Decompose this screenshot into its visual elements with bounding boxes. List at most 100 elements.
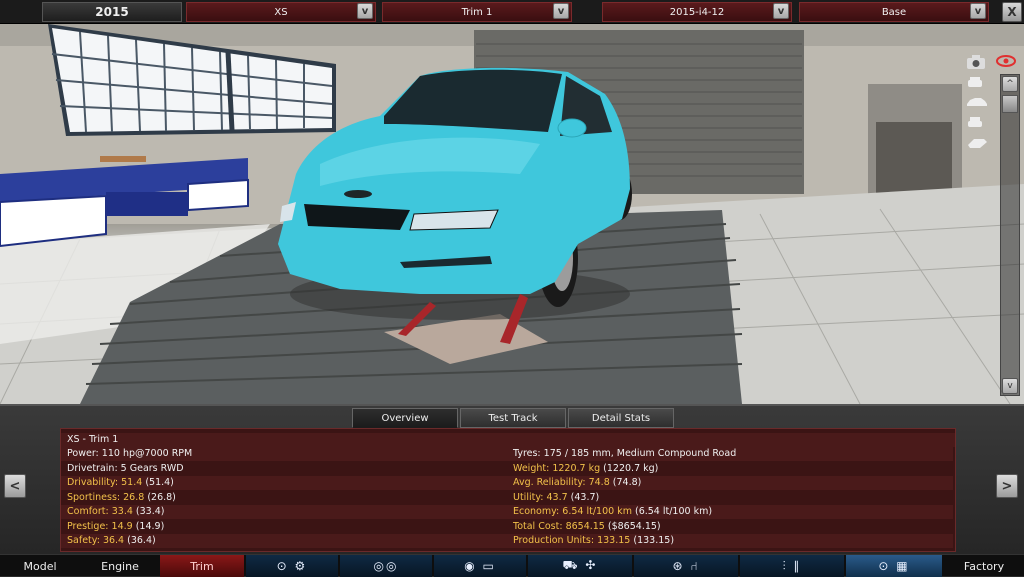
body-icon: ◉ ▭ [464,559,496,573]
wheels-icon: ◎◎ [373,559,399,573]
stat-value: 5 Gears RWD [120,462,184,474]
stat-base-value: ($8654.15) [607,520,661,532]
stat-row: Sportiness: 26.8 (26.8) [61,491,507,505]
checkered-flag-icon: ⊙ ▦ [878,559,910,573]
stat-label: Production Units: [513,535,595,546]
view-scrollbar[interactable]: ^ v [1000,74,1020,396]
engine-selector[interactable]: 2015-i4-12 [602,2,792,22]
variant-dropdown-button[interactable]: v [970,3,986,19]
stat-row: Total Cost: 8654.15 ($8654.15) [507,520,953,534]
trim-dropdown-button[interactable]: v [553,3,569,19]
nav-aero[interactable]: ⛟ ✣ [528,555,632,577]
tab-test-track[interactable]: Test Track [460,408,566,428]
stats-table: XS - Trim 1 Power: 110 hp@7000 RPM Drivet… [60,428,956,552]
camera-icon[interactable] [966,54,988,72]
stat-row: Comfort: 33.4 (33.4) [61,505,507,519]
stat-row: Utility: 43.7 (43.7) [507,491,953,505]
nav-engine[interactable]: Engine [80,555,160,577]
variant-selector[interactable]: Base [799,2,989,22]
nav-interior[interactable]: ⊛ ⑁ [634,555,738,577]
stat-label: Economy: [513,506,560,517]
stat-row: Weight: 1220.7 kg (1220.7 kg) [507,462,953,476]
stat-value: 74.8 [588,477,610,488]
scroll-down-button[interactable]: v [1002,378,1018,394]
engine-selector-label: 2015-i4-12 [669,6,725,18]
previous-button[interactable]: < [4,474,26,498]
stats-title: XS - Trim 1 [61,433,955,447]
stat-label: Drivetrain: [67,462,118,474]
nav-trim[interactable]: Trim [160,555,244,577]
year-selector[interactable]: 2015 [42,2,182,22]
stat-base-value: (36.4) [127,535,156,546]
stat-value: 43.7 [546,491,568,503]
engine-dropdown-button[interactable]: v [773,3,789,19]
steering-seat-icon: ⊛ ⑁ [672,559,700,573]
nav-suspension[interactable]: ⫶ ∥ [740,555,844,577]
stat-row: Power: 110 hp@7000 RPM [61,447,507,461]
car-fan-icon: ⛟ ✣ [562,558,598,572]
stat-label: Avg. Reliability: [513,477,586,488]
stat-value: 14.9 [111,520,133,532]
stat-base-value: (51.4) [145,477,174,488]
eye-icon[interactable] [996,54,1018,72]
nav-factory[interactable]: Factory [944,555,1024,577]
bottom-navigation: Model Engine Trim ⊙ ⚙ ◎◎ ◉ ▭ ⛟ ✣ ⊛ ⑁ ⫶ ∥… [0,554,1024,577]
stat-base-value: (33.4) [135,506,165,517]
nav-testing[interactable]: ⊙ ▦ [846,555,942,577]
stat-row: Drivability: 51.4 (51.4) [61,476,507,490]
variant-selector-label: Base [881,6,907,18]
stat-label: Tyres: [513,448,541,459]
stat-label: Prestige: [67,520,109,532]
stat-value: 110 hp@7000 RPM [101,448,193,459]
stat-label: Total Cost: [513,520,563,532]
model-dropdown-button[interactable]: v [357,3,373,19]
nav-model[interactable]: Model [0,555,80,577]
tab-overview[interactable]: Overview [352,408,458,428]
tab-detail-stats[interactable]: Detail Stats [568,408,674,428]
stat-label: Drivability: [67,477,119,488]
stat-label: Comfort: [67,506,109,517]
stat-value: 26.8 [123,491,145,503]
close-button[interactable]: X [1002,2,1022,22]
stat-value: 33.4 [111,506,133,517]
scroll-thumb[interactable] [1002,95,1018,113]
car-rear-icon[interactable] [966,116,988,134]
stat-value: 51.4 [121,477,143,488]
car-side-icon[interactable] [966,96,988,114]
next-button[interactable]: > [996,474,1018,498]
stat-value: 175 / 185 mm, Medium Compound Road [543,448,737,459]
stat-label: Power: [67,448,99,459]
stat-base-value: (1220.7 kg) [603,462,659,474]
info-tabs: Overview Test Track Detail Stats [352,408,674,428]
car-front-icon[interactable] [966,76,988,94]
stat-base-value: (43.7) [570,491,600,503]
nav-body[interactable]: ◉ ▭ [434,555,526,577]
stat-row: Prestige: 14.9 (14.9) [61,520,507,534]
trim-selector[interactable]: Trim 1 [382,2,572,22]
scroll-up-button[interactable]: ^ [1002,76,1018,92]
nav-wheels[interactable]: ◎◎ [340,555,432,577]
stat-label: Utility: [513,491,544,503]
stat-row: Avg. Reliability: 74.8 (74.8) [507,476,953,490]
stat-value: 1220.7 kg [552,462,601,474]
stat-value: 133.15 [597,535,631,546]
car-top-icon[interactable] [966,136,988,154]
stat-label: Weight: [513,462,550,474]
model-selector[interactable]: XS [186,2,376,22]
stat-value: 6.54 lt/100 km [562,506,632,517]
nav-gearbox[interactable]: ⊙ ⚙ [246,555,338,577]
top-bar: 2015 XS v Trim 1 v 2015-i4-12 v Base v X [0,0,1024,24]
model-selector-label: XS [274,6,288,18]
stat-base-value: (133.15) [633,535,675,546]
stat-row: Drivetrain: 5 Gears RWD [61,462,507,476]
car-3d-viewport[interactable]: ^ v [0,24,1024,404]
stat-value: 36.4 [102,535,125,546]
stat-base-value: (14.9) [135,520,165,532]
info-panel: Overview Test Track Detail Stats XS - Tr… [0,404,1024,554]
stat-base-value: (6.54 lt/100 km) [634,506,713,517]
suspension-icon: ⫶ ∥ [782,558,802,573]
stat-value: 8654.15 [565,520,605,532]
trim-selector-label: Trim 1 [461,6,493,18]
stat-base-value: (74.8) [612,477,642,488]
garage-scene [0,24,1024,404]
